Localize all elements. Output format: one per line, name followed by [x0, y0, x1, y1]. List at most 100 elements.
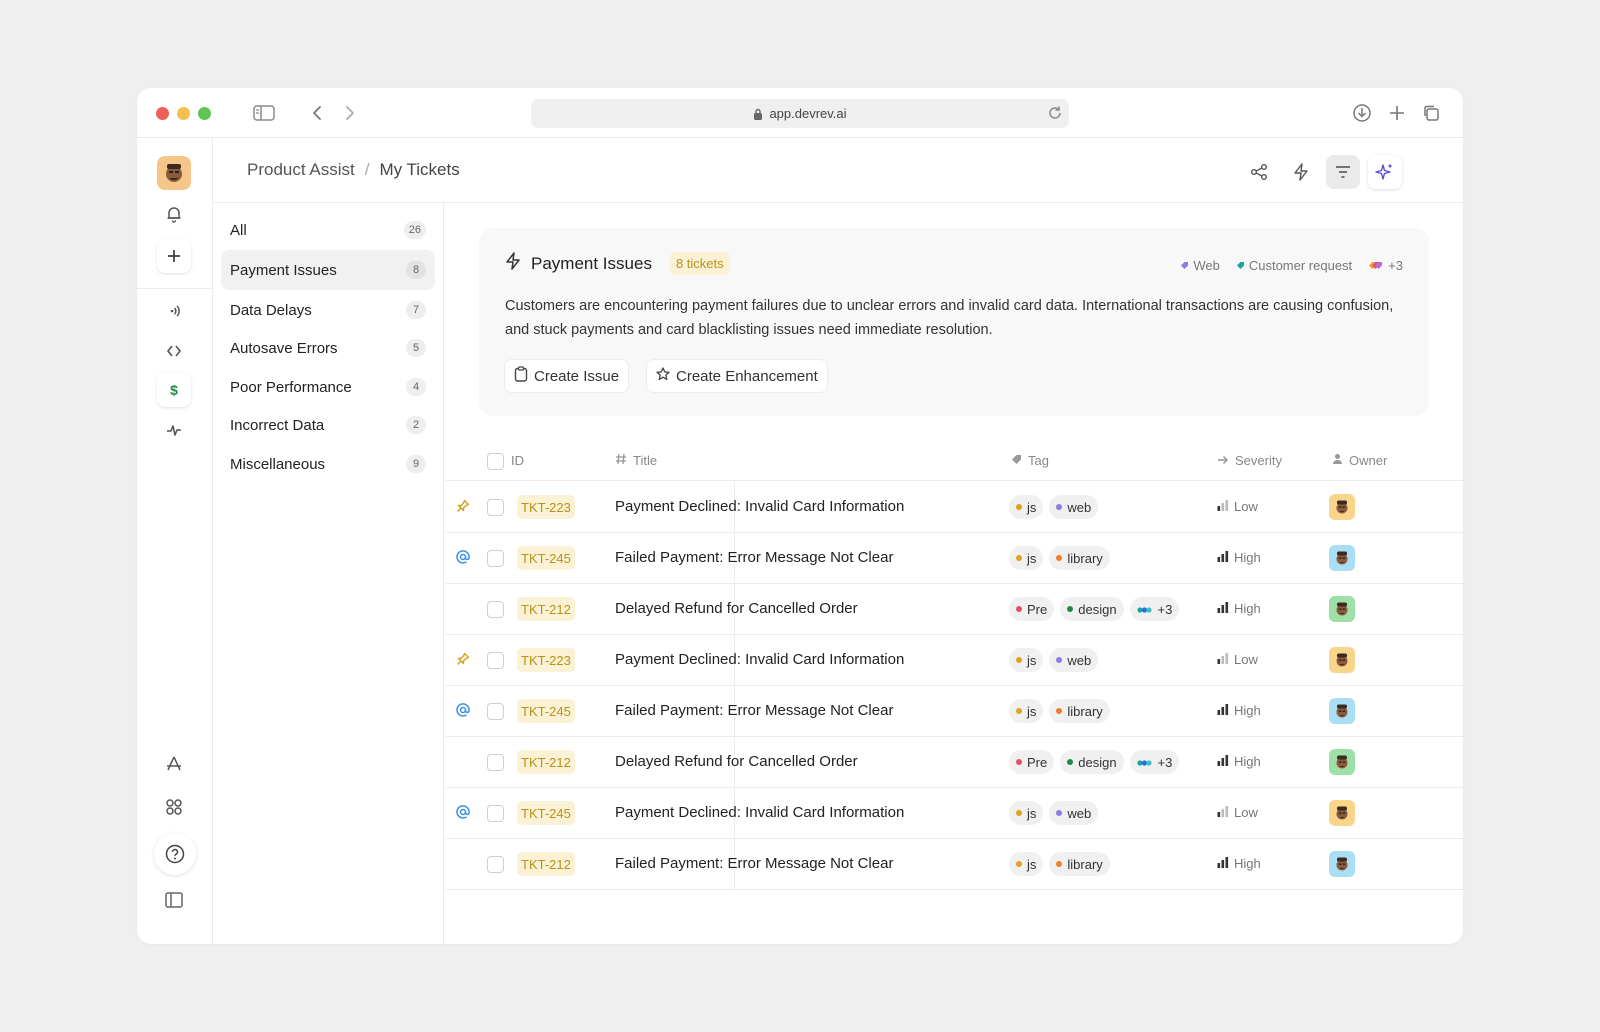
table-row[interactable]: TKT-245 Failed Payment: Error Message Not…: [445, 533, 1463, 584]
table-row[interactable]: TKT-212 Delayed Refund for Cancelled Orde…: [445, 584, 1463, 635]
ticket-title[interactable]: Failed Payment: Error Message Not Clear: [615, 549, 893, 566]
table-row[interactable]: TKT-223 Payment Declined: Invalid Card In…: [445, 482, 1463, 533]
category-miscellaneous[interactable]: Miscellaneous 9: [221, 444, 435, 484]
panel-icon[interactable]: [157, 883, 191, 917]
column-severity[interactable]: Severity: [1217, 453, 1282, 468]
tag-more[interactable]: +3: [1368, 258, 1403, 273]
row-checkbox[interactable]: [487, 703, 504, 720]
address-bar[interactable]: app.devrev.ai: [531, 99, 1069, 128]
ticket-id-badge[interactable]: TKT-212: [517, 852, 575, 876]
category-incorrect-data[interactable]: Incorrect Data 2: [221, 405, 435, 445]
category-poor-performance[interactable]: Poor Performance 4: [221, 367, 435, 407]
owner-avatar[interactable]: [1329, 647, 1355, 673]
bell-icon[interactable]: [157, 197, 191, 231]
ticket-title[interactable]: Failed Payment: Error Message Not Clear: [615, 855, 893, 872]
row-checkbox[interactable]: [487, 856, 504, 873]
owner-avatar[interactable]: [1329, 749, 1355, 775]
category-data-delays[interactable]: Data Delays 7: [221, 290, 435, 330]
ticket-id-badge[interactable]: TKT-212: [517, 750, 575, 774]
breadcrumb-my-tickets[interactable]: My Tickets: [379, 160, 459, 180]
table-row[interactable]: TKT-212 Failed Payment: Error Message Not…: [445, 839, 1463, 890]
ticket-id-badge[interactable]: TKT-245: [517, 546, 575, 570]
create-issue-button[interactable]: Create Issue: [505, 360, 629, 392]
ticket-title[interactable]: Payment Declined: Invalid Card Informati…: [615, 651, 904, 668]
tag-web[interactable]: web: [1049, 648, 1099, 672]
tabs-overview-icon[interactable]: [1418, 100, 1444, 126]
maximize-window-button[interactable]: [198, 107, 211, 120]
tag-web[interactable]: web: [1049, 495, 1099, 519]
owner-avatar[interactable]: [1329, 800, 1355, 826]
tag-js[interactable]: js: [1009, 495, 1044, 519]
plus-icon[interactable]: [157, 239, 191, 273]
user-avatar[interactable]: [157, 156, 191, 190]
dollar-icon[interactable]: $: [157, 373, 191, 407]
tag-library[interactable]: library: [1049, 699, 1110, 723]
ticket-id-badge[interactable]: TKT-245: [517, 801, 575, 825]
ticket-severity[interactable]: Low: [1217, 499, 1258, 514]
sidebar-toggle-icon[interactable]: [251, 100, 277, 126]
tag-web[interactable]: Web: [1180, 258, 1220, 273]
tag-js[interactable]: js: [1009, 852, 1044, 876]
filter-icon[interactable]: [1326, 155, 1360, 189]
tag-pre[interactable]: Pre: [1009, 750, 1055, 774]
forward-icon[interactable]: [337, 100, 363, 126]
ticket-title[interactable]: Payment Declined: Invalid Card Informati…: [615, 804, 904, 821]
broadcast-icon[interactable]: [157, 294, 191, 328]
ticket-id-badge[interactable]: TKT-245: [517, 699, 575, 723]
row-checkbox[interactable]: [487, 550, 504, 567]
tag-more[interactable]: +3: [1129, 597, 1180, 621]
ticket-title[interactable]: Failed Payment: Error Message Not Clear: [615, 702, 893, 719]
tag-design[interactable]: design: [1060, 597, 1124, 621]
owner-avatar[interactable]: [1329, 698, 1355, 724]
pin-icon[interactable]: [455, 498, 471, 514]
create-enhancement-button[interactable]: Create Enhancement: [647, 360, 827, 392]
code-icon[interactable]: [157, 334, 191, 368]
column-owner[interactable]: Owner: [1332, 453, 1387, 468]
ticket-severity[interactable]: High: [1217, 754, 1261, 769]
row-checkbox[interactable]: [487, 805, 504, 822]
row-checkbox[interactable]: [487, 499, 504, 516]
ticket-severity[interactable]: High: [1217, 601, 1261, 616]
tag-design[interactable]: design: [1060, 750, 1124, 774]
tag-customer-request[interactable]: Customer request: [1236, 258, 1352, 273]
tag-js[interactable]: js: [1009, 801, 1044, 825]
ticket-severity[interactable]: High: [1217, 550, 1261, 565]
table-row[interactable]: TKT-245 Failed Payment: Error Message Not…: [445, 686, 1463, 737]
tag-web[interactable]: web: [1049, 801, 1099, 825]
mention-icon[interactable]: [455, 804, 471, 820]
owner-avatar[interactable]: [1329, 851, 1355, 877]
back-icon[interactable]: [304, 100, 330, 126]
table-row[interactable]: TKT-212 Delayed Refund for Cancelled Orde…: [445, 737, 1463, 788]
breadcrumb-product-assist[interactable]: Product Assist: [247, 160, 355, 180]
tag-library[interactable]: library: [1049, 546, 1110, 570]
ticket-id-badge[interactable]: TKT-223: [517, 495, 575, 519]
ticket-title[interactable]: Payment Declined: Invalid Card Informati…: [615, 498, 904, 515]
pulse-icon[interactable]: [157, 413, 191, 447]
table-row[interactable]: TKT-245 Payment Declined: Invalid Card In…: [445, 788, 1463, 839]
ticket-id-badge[interactable]: TKT-223: [517, 648, 575, 672]
column-id[interactable]: ID: [511, 453, 524, 468]
close-window-button[interactable]: [156, 107, 169, 120]
share-icon[interactable]: [1242, 155, 1276, 189]
ticket-title[interactable]: Delayed Refund for Cancelled Order: [615, 753, 858, 770]
tag-js[interactable]: js: [1009, 699, 1044, 723]
select-all-checkbox[interactable]: [487, 453, 504, 470]
ticket-id-badge[interactable]: TKT-212: [517, 597, 575, 621]
bolt-icon[interactable]: [1284, 155, 1318, 189]
ticket-severity[interactable]: Low: [1217, 652, 1258, 667]
row-checkbox[interactable]: [487, 601, 504, 618]
category-all[interactable]: All 26: [221, 210, 435, 250]
grid-icon[interactable]: [157, 790, 191, 824]
new-tab-icon[interactable]: [1384, 100, 1410, 126]
category-autosave-errors[interactable]: Autosave Errors 5: [221, 328, 435, 368]
download-icon[interactable]: [1349, 100, 1375, 126]
reload-icon[interactable]: [1047, 105, 1063, 121]
owner-avatar[interactable]: [1329, 596, 1355, 622]
mention-icon[interactable]: [455, 702, 471, 718]
pin-icon[interactable]: [455, 651, 471, 667]
tag-more[interactable]: +3: [1129, 750, 1180, 774]
tag-js[interactable]: js: [1009, 648, 1044, 672]
owner-avatar[interactable]: [1329, 494, 1355, 520]
sparkle-icon[interactable]: [1368, 155, 1402, 189]
tag-js[interactable]: js: [1009, 546, 1044, 570]
